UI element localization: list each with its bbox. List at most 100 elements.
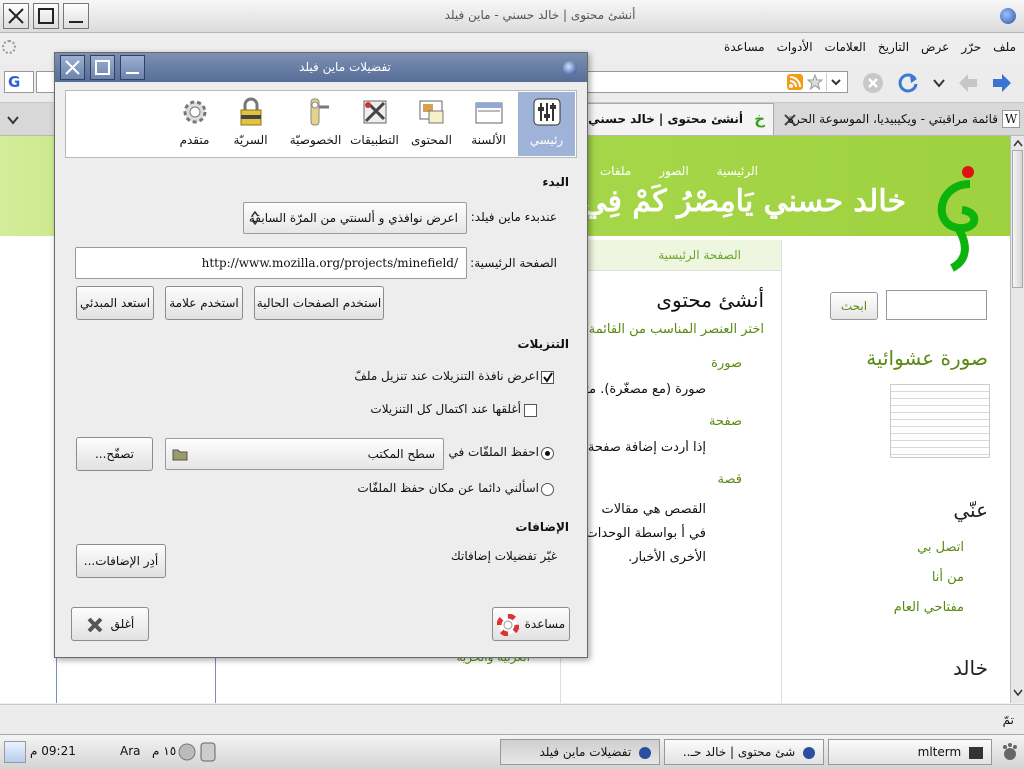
pane-advanced[interactable]: متقدم (166, 92, 223, 156)
menu-bookmarks[interactable]: العلامات (825, 40, 866, 54)
menu-tools[interactable]: الأدوات (777, 40, 813, 54)
gnome-foot-icon[interactable] (1000, 742, 1020, 762)
select-value: اعرض نوافذي و ألسنتي من المرّة السابقة (248, 211, 458, 225)
use-current-pages-button[interactable]: استخدم الصفحات الحالية (254, 286, 384, 320)
power-icon[interactable] (198, 741, 218, 763)
minimize-icon (69, 21, 83, 23)
url-dropdown-button[interactable] (826, 73, 845, 91)
site-nav-files[interactable]: ملفات (600, 164, 631, 178)
pane-label: الخصوصيّة (289, 133, 342, 147)
always-ask-radio[interactable] (541, 483, 554, 496)
menu-help[interactable]: مساعدة (724, 40, 765, 54)
site-nav-images[interactable]: الصور (659, 164, 688, 178)
task-label: mlterm (917, 745, 962, 759)
content-icon (419, 100, 443, 124)
pane-label: متقدم (179, 133, 210, 147)
homepage-input[interactable]: http://www.mozilla.org/projects/minefiel… (75, 247, 467, 279)
menu-history[interactable]: التاريخ (878, 40, 909, 54)
about-link-whoami[interactable]: من أنا (932, 570, 964, 585)
breadcrumb[interactable]: الصفحة الرئيسية (561, 240, 781, 271)
network-icon[interactable] (178, 743, 196, 761)
folder-icon (172, 449, 188, 461)
scroll-down-icon[interactable] (1012, 688, 1024, 698)
pane-security[interactable]: السريّة (222, 92, 279, 156)
pane-applications[interactable]: التطبيقات (346, 92, 403, 156)
menu-view[interactable]: عرض (921, 40, 949, 54)
site-nav-home[interactable]: الرئيسية (717, 164, 758, 178)
show-downloads-window-checkbox[interactable] (541, 371, 554, 384)
item-page-title[interactable]: صفحة (709, 414, 742, 429)
minimize-window-button[interactable] (63, 3, 89, 29)
dialog-minimize-button[interactable] (120, 55, 145, 80)
status-bar: تمّ (0, 704, 1024, 735)
lifebuoy-icon (496, 613, 520, 636)
about-link-public-key[interactable]: مفتاحي العام (894, 600, 964, 615)
clock[interactable]: 09:21 م (30, 744, 76, 758)
pane-label: التطبيقات (350, 133, 399, 147)
back-arrow-icon[interactable] (956, 71, 980, 95)
scroll-up-icon[interactable] (1012, 138, 1024, 148)
forward-arrow-icon[interactable] (990, 71, 1014, 95)
star-bookmark-icon[interactable] (807, 74, 823, 90)
sliders-icon (533, 98, 560, 126)
item-image-title[interactable]: صورة (711, 356, 742, 371)
site-logo-text: خالد حسني يَامِصْرُ كَمْ فِي (582, 184, 906, 219)
google-icon: G (8, 73, 21, 91)
random-image-thumbnail[interactable] (890, 384, 990, 458)
item-story-title[interactable]: قصة (718, 472, 742, 487)
menu-file[interactable]: ملف (993, 40, 1016, 54)
startup-when-select[interactable]: اعرض نوافذي و ألسنتي من المرّة السابقة (243, 202, 467, 234)
rss-feed-icon[interactable] (787, 74, 803, 90)
tab-label: أنشئ محتوى | خالد حسني (588, 112, 743, 126)
close-dialog-button[interactable]: أغلق (71, 607, 149, 641)
browse-button[interactable]: تصفّح... (76, 437, 153, 471)
task-preferences[interactable]: تفضيلات ماين فيلد (500, 739, 660, 765)
show-desktop-icon[interactable] (4, 741, 26, 763)
minefield-icon (639, 746, 651, 759)
close-when-done-checkbox[interactable] (524, 404, 537, 417)
menu-edit[interactable]: حرّر (961, 40, 981, 54)
search-input[interactable] (886, 290, 987, 320)
always-ask-label: اسألني دائما عن مكان حفظ الملفّات (357, 481, 539, 495)
scroll-thumb[interactable] (1012, 150, 1023, 288)
search-button[interactable]: ابحث (830, 292, 878, 320)
reload-icon[interactable] (896, 71, 920, 95)
pane-content[interactable]: المحتوى (403, 92, 460, 156)
dialog-close-button[interactable] (60, 55, 85, 80)
save-to-radio[interactable] (541, 447, 554, 460)
pane-label: السريّة (233, 133, 268, 147)
task-browser[interactable]: شئ محتوى | خالد حـ.. (664, 739, 824, 765)
tab-create-content[interactable]: أنشئ محتوى | خالد حسني خ (586, 103, 774, 135)
page-scrollbar[interactable] (1010, 136, 1024, 703)
tabs-icon (475, 102, 502, 124)
show-downloads-window-label: اعرض نافذة التنزيلات عند تنزيل ملفّ (354, 369, 539, 383)
maximize-window-button[interactable] (33, 3, 59, 29)
tab-list-icon[interactable] (6, 113, 20, 127)
search-engine-selector[interactable]: G (4, 71, 34, 93)
content-title: أنشئ محتوى (656, 288, 764, 312)
history-dropdown-icon[interactable] (932, 76, 946, 90)
privacy-icon (310, 98, 329, 126)
site-logo-icon (937, 166, 979, 272)
tab-watchlist[interactable]: قائمة مراقبتي - ويكيبيديا، الموسوعة الحر… (776, 105, 1024, 135)
task-terminal[interactable]: mlterm (828, 739, 992, 765)
pane-privacy[interactable]: الخصوصيّة (287, 92, 344, 156)
save-to-folder-select[interactable]: سطح المكتب (165, 438, 444, 470)
pane-label: رئيسي (529, 133, 564, 147)
use-bookmark-button[interactable]: استخدم علامة (165, 286, 243, 320)
help-button[interactable]: مساعدة (492, 607, 570, 641)
manage-addons-button[interactable]: أدِر الإضافات... (76, 544, 166, 578)
keyboard-layout[interactable]: Ara (120, 744, 141, 758)
pane-main[interactable]: رئيسي (518, 92, 575, 156)
page-block (56, 656, 216, 703)
pane-tabs[interactable]: الألسنة (460, 92, 517, 156)
minefield-app-icon (563, 61, 577, 75)
dialog-maximize-button[interactable] (90, 55, 115, 80)
minimize-icon (126, 72, 139, 74)
stop-icon[interactable] (862, 72, 884, 94)
window-title: أنشئ محتوى | خالد حسني - ماين فيلد (444, 8, 636, 22)
about-link-contact[interactable]: اتصل بي (917, 540, 964, 555)
close-button-label: أغلق (110, 617, 135, 631)
restore-default-button[interactable]: استعد المبدئي (76, 286, 154, 320)
close-window-button[interactable] (3, 3, 29, 29)
